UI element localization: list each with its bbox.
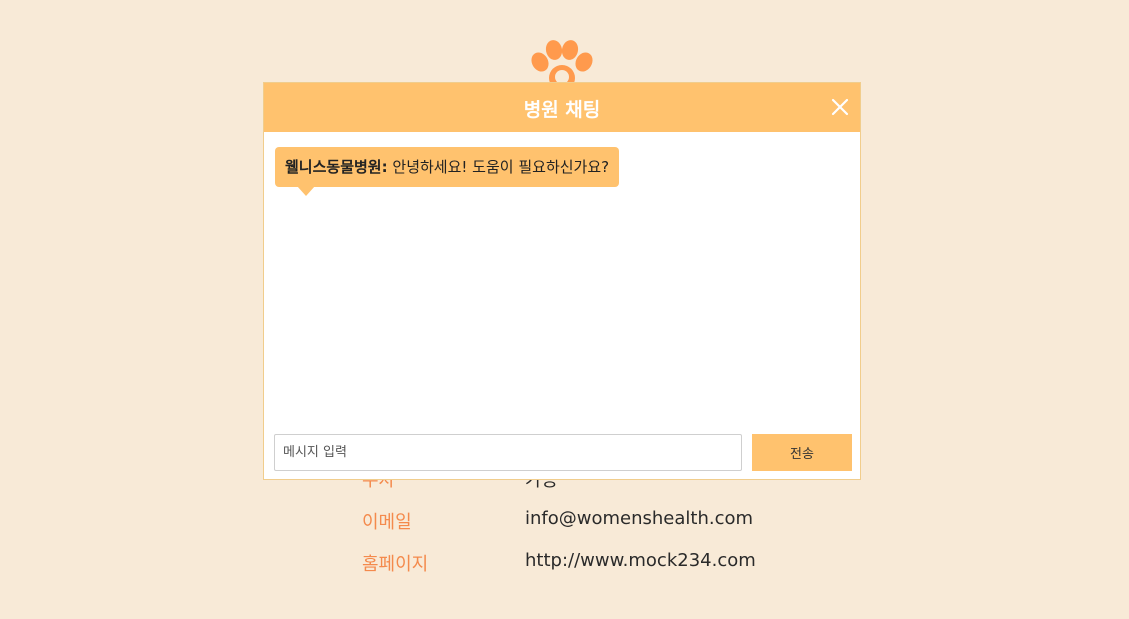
close-icon[interactable] (830, 97, 850, 117)
chat-modal: 병원 채팅 웰니스동물병원: 안녕하세요! 도움이 필요하신가요? 전송 (263, 82, 861, 480)
info-row-email: 이메일 info@womenshealth.com (362, 508, 822, 550)
bubble-tail (297, 186, 315, 196)
info-value: info@womenshealth.com (525, 508, 754, 529)
message-text: 안녕하세요! 도움이 필요하신가요? (392, 158, 610, 176)
page: 주차 가능 이메일 info@womenshealth.com 홈페이지 htt… (0, 0, 1129, 619)
info-value: http://www.mock234.com (525, 550, 756, 571)
paw-icon (531, 40, 593, 88)
send-button[interactable]: 전송 (752, 434, 852, 471)
message-input[interactable] (274, 434, 742, 471)
hospital-info: 주차 가능 이메일 info@womenshealth.com 홈페이지 htt… (362, 466, 822, 592)
info-label: 홈페이지 (362, 554, 429, 575)
chat-messages: 웰니스동물병원: 안녕하세요! 도움이 필요하신가요? (264, 132, 860, 432)
chat-footer: 전송 (264, 434, 860, 472)
info-row-homepage: 홈페이지 http://www.mock234.com (362, 550, 822, 592)
info-label: 이메일 (362, 512, 412, 533)
chat-message-bubble: 웰니스동물병원: 안녕하세요! 도움이 필요하신가요? (275, 147, 620, 196)
message-sender: 웰니스동물병원: (285, 158, 388, 176)
chat-title: 병원 채팅 (523, 99, 601, 121)
chat-header: 병원 채팅 (264, 83, 860, 132)
